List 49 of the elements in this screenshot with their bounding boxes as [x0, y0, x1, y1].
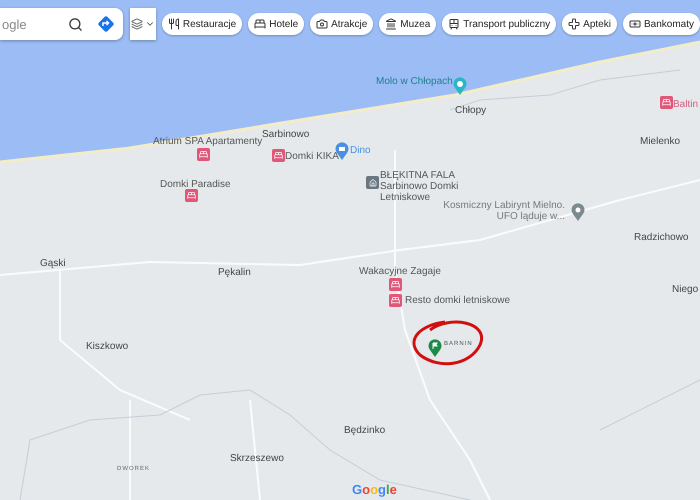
category-chip[interactable]: Restauracje	[162, 13, 242, 35]
place-label: Resto domki letniskowe	[405, 295, 510, 306]
place-label: Chłopy	[455, 105, 486, 116]
search-field[interactable]: ogle	[0, 8, 123, 40]
place-label: Niego	[672, 284, 698, 295]
bed-icon[interactable]	[272, 149, 285, 162]
search-input[interactable]: ogle	[0, 16, 64, 32]
place-label: Molo w Chłopach	[376, 76, 453, 87]
place-label: Domki KIKA	[285, 151, 339, 162]
place-label: Atrium SPA Apartamenty	[153, 136, 262, 147]
pin-icon[interactable]	[571, 203, 585, 221]
category-chip[interactable]: Muzea	[379, 13, 436, 35]
pin-icon[interactable]	[453, 77, 467, 95]
square-icon[interactable]	[366, 176, 379, 189]
place-label: Skrzeszewo	[230, 453, 284, 464]
place-label: Wakacyjne Zagaje	[359, 266, 441, 277]
tram-icon	[448, 18, 460, 30]
place-label: Domki Paradise	[160, 179, 231, 190]
bed-icon[interactable]	[660, 96, 673, 109]
category-chip[interactable]: Hotele	[248, 13, 304, 35]
place-label: Kosmiczny Labirynt Mielno. UFO ląduje w...	[442, 200, 565, 222]
flag-pin-icon[interactable]	[428, 339, 442, 357]
category-chip[interactable]: Transport publiczny	[442, 13, 556, 35]
bed-icon[interactable]	[389, 278, 402, 291]
place-label: Kiszkowo	[86, 341, 128, 352]
bed-icon[interactable]	[185, 189, 198, 202]
cross-icon	[568, 18, 580, 30]
banknote-icon	[628, 18, 641, 30]
bed-icon	[254, 18, 266, 30]
place-label: Baltin	[673, 99, 698, 110]
building-icon	[385, 18, 398, 30]
place-label: Pękalin	[218, 267, 251, 278]
category-chip[interactable]: Bankomaty	[622, 13, 700, 35]
place-label: Radzichowo	[634, 232, 688, 243]
bed-icon[interactable]	[197, 148, 210, 161]
camera-icon	[316, 18, 328, 30]
place-label: Mielenko	[640, 136, 680, 147]
utensils-icon	[168, 18, 180, 30]
place-label: Będzinko	[344, 425, 386, 436]
layers-icon	[130, 18, 143, 30]
place-label: Sarbinowo	[262, 129, 310, 140]
category-chip[interactable]: Atrakcje	[310, 13, 374, 35]
place-label: Dino	[350, 145, 371, 156]
search-icon[interactable]	[68, 16, 83, 32]
bed-icon[interactable]	[389, 294, 402, 307]
place-label: Gąski	[40, 258, 66, 269]
layers-button[interactable]	[130, 8, 156, 40]
google-logo: Google	[352, 482, 397, 497]
category-chip[interactable]: Apteki	[562, 13, 617, 35]
